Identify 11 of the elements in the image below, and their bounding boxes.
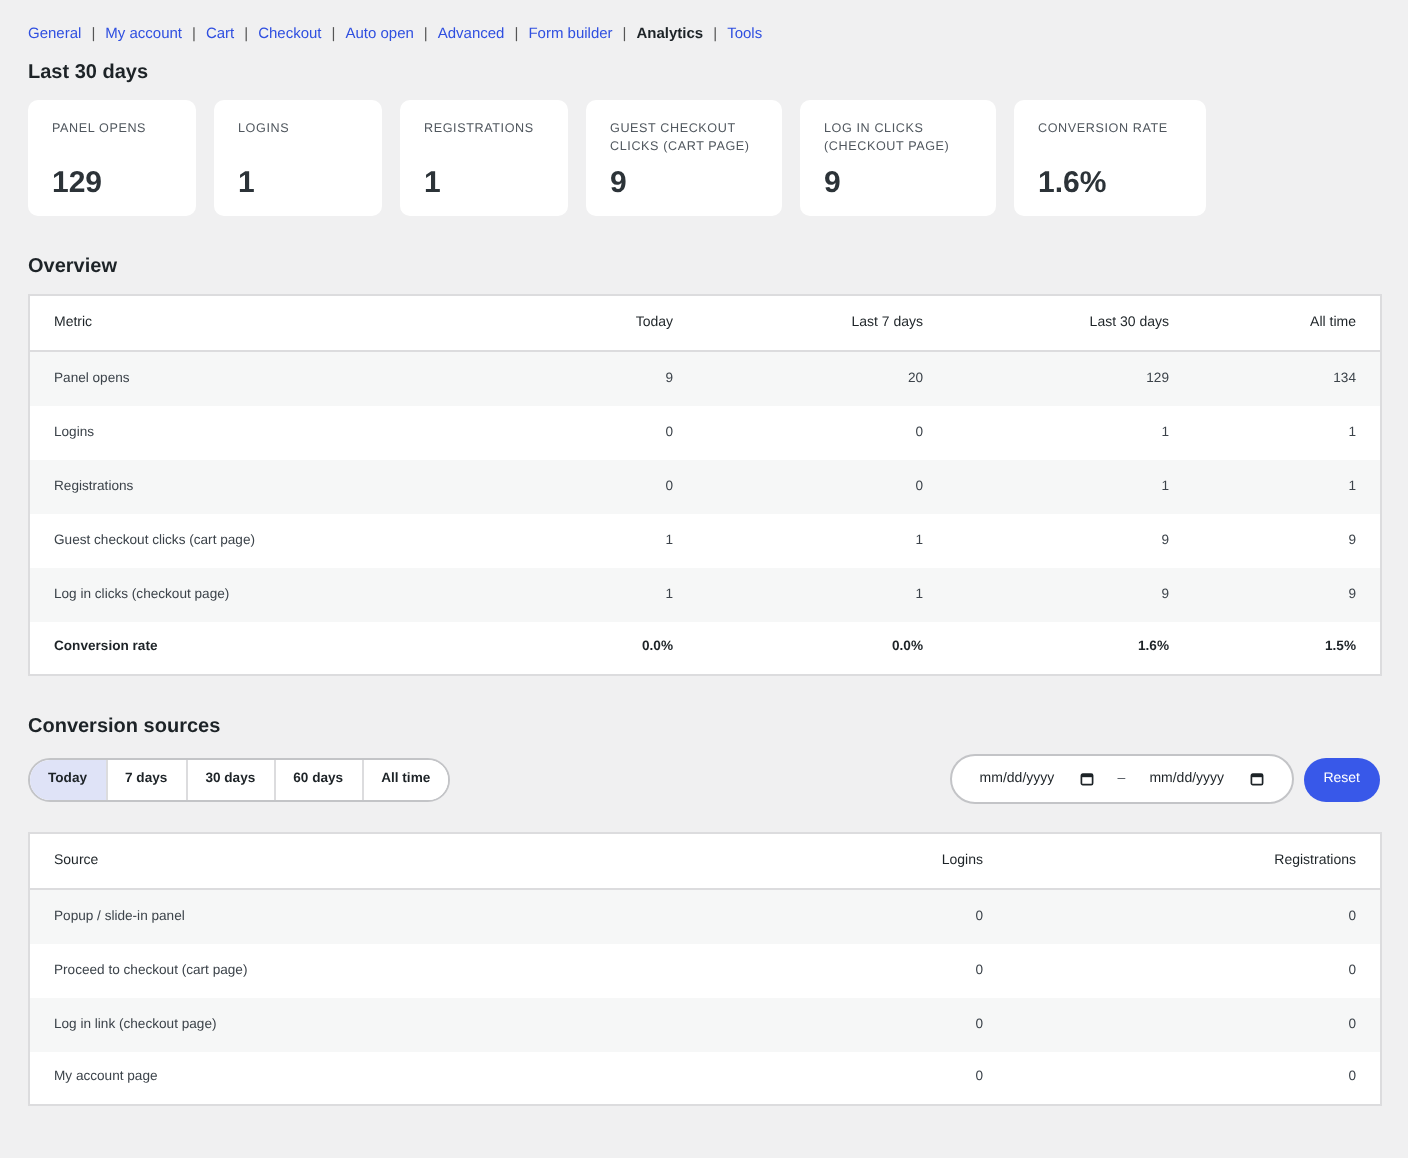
- stat-value: 129: [52, 166, 105, 200]
- stat-value: 1.6%: [1038, 166, 1109, 200]
- stat-value: 9: [610, 166, 629, 200]
- stat-value: 9: [824, 166, 843, 200]
- calendar-icon[interactable]: [1079, 772, 1094, 786]
- section-title: Last 30 days: [28, 62, 151, 84]
- section-title: Conversion sources: [28, 716, 223, 738]
- section-title: Overview: [28, 256, 119, 278]
- calendar-icon[interactable]: [1249, 772, 1264, 786]
- stat-value: 1: [238, 166, 257, 200]
- stat-value: 1: [424, 166, 443, 200]
